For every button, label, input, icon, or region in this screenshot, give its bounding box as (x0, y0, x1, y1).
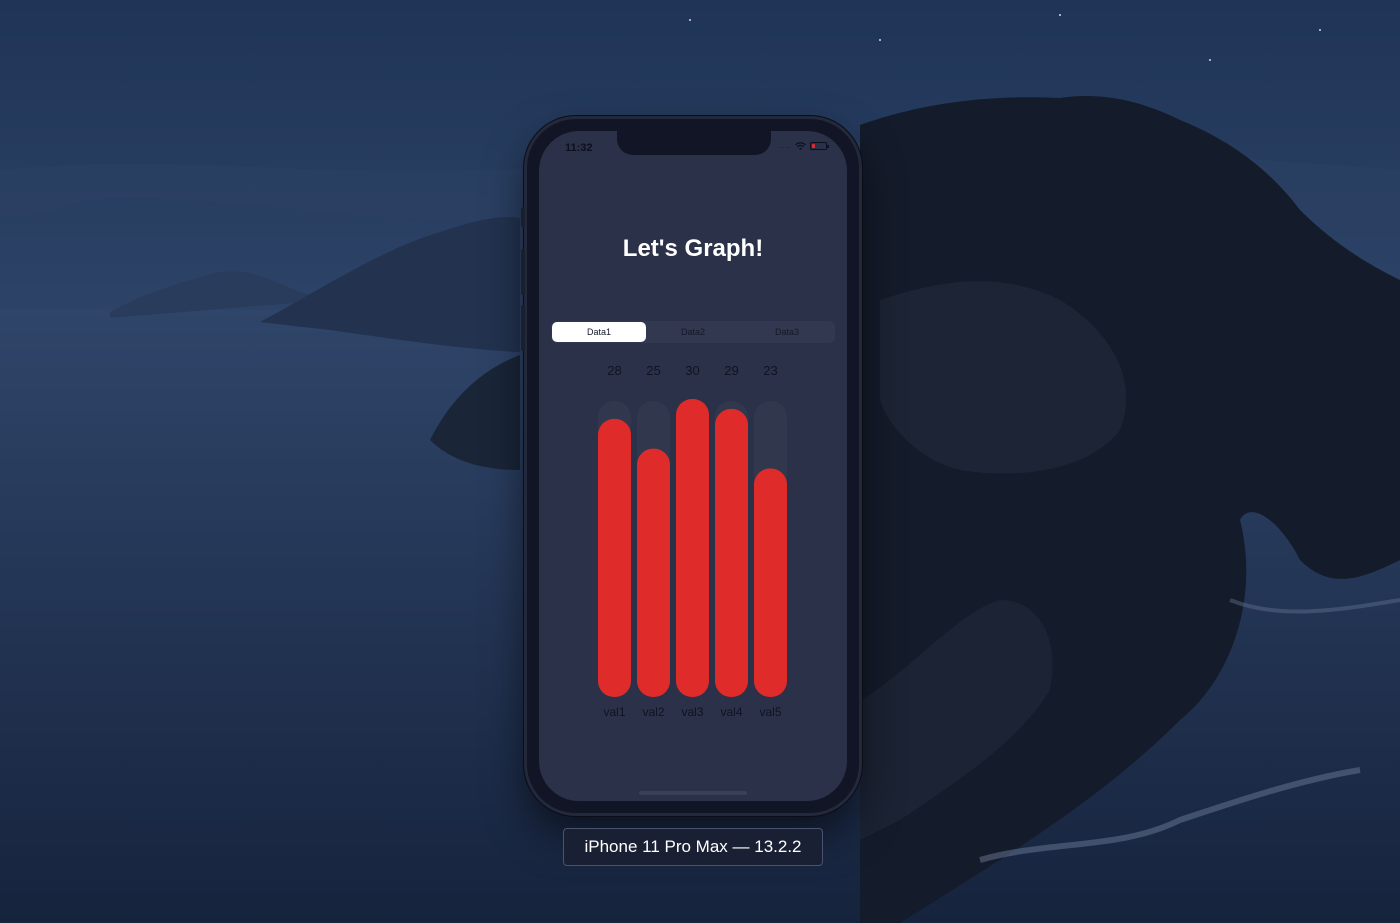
value-label-val4: 29 (724, 363, 738, 378)
bar-val3 (676, 399, 709, 697)
bar-chart: 28 val1 25 val2 30 val3 29 val4 23 val5 (539, 131, 847, 801)
volume-up-button (521, 249, 525, 295)
bar-val1 (598, 418, 631, 697)
bar-chart-svg: 28 val1 25 val2 30 val3 29 val4 23 val5 (598, 363, 787, 719)
home-indicator (639, 791, 747, 795)
bar-val2 (637, 448, 670, 697)
value-label-val5: 23 (763, 363, 777, 378)
bar-val5 (754, 468, 787, 697)
simulator-device-label: iPhone 11 Pro Max — 13.2.2 (563, 828, 823, 866)
bar-val4 (715, 408, 748, 697)
volume-down-button (521, 305, 525, 351)
category-label-val4: val4 (720, 705, 742, 719)
volume-up-button (521, 207, 525, 227)
category-label-val5: val5 (759, 705, 781, 719)
app-screen: 11:32 .... Let's Graph! Data1 Data2 Data… (539, 131, 847, 801)
value-label-val3: 30 (685, 363, 699, 378)
value-label-val1: 28 (607, 363, 621, 378)
category-label-val3: val3 (681, 705, 703, 719)
value-label-val2: 25 (646, 363, 660, 378)
category-label-val1: val1 (603, 705, 625, 719)
iphone-device-frame: 11:32 .... Let's Graph! Data1 Data2 Data… (521, 116, 862, 816)
category-label-val2: val2 (642, 705, 664, 719)
